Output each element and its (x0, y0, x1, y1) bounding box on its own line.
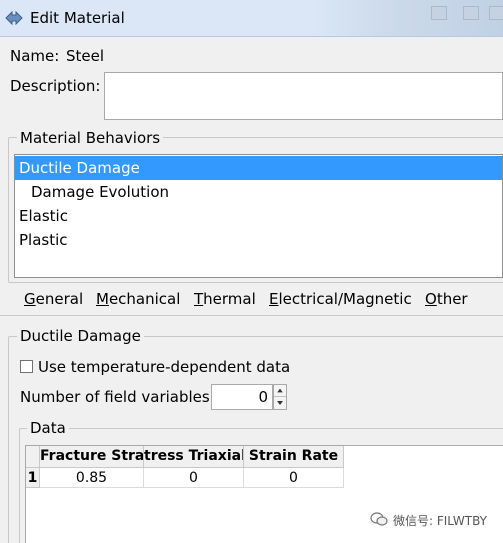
column-header-strain-rate[interactable]: Strain Rate (244, 446, 344, 468)
column-header-fracture-strain[interactable]: Fracture Strai (40, 446, 144, 468)
move-arrows-icon (5, 10, 23, 26)
name-value: Steel (66, 47, 105, 65)
background-icon (463, 6, 479, 20)
row-number: 1 (26, 468, 40, 488)
behavior-item-label: Plastic (19, 231, 68, 249)
spin-up-icon[interactable] (274, 385, 286, 397)
menu-mechanical[interactable]: Mechanical (96, 290, 180, 308)
table-cell[interactable]: 0.85 (40, 468, 144, 488)
section-title: Ductile Damage (17, 327, 144, 345)
field-variables-input[interactable]: 0 (211, 384, 273, 410)
background-icon (431, 6, 447, 20)
background-icon (489, 6, 503, 20)
table-cell[interactable]: 0 (244, 468, 344, 488)
behavior-item-label: Elastic (19, 207, 68, 225)
spin-down-icon[interactable] (274, 397, 286, 409)
wechat-icon (370, 512, 388, 526)
background-window (313, 0, 503, 36)
material-behaviors-title: Material Behaviors (17, 129, 164, 147)
behavior-item-label: Damage Evolution (31, 183, 170, 201)
title-bar: Edit Material (0, 0, 503, 37)
menu-thermal[interactable]: Thermal (194, 290, 256, 308)
window-title: Edit Material (30, 9, 125, 27)
data-title: Data (27, 419, 69, 437)
material-behaviors-list[interactable]: Ductile Damage Damage Evolution Elastic … (14, 154, 503, 278)
separator (0, 315, 503, 316)
behavior-item-plastic[interactable]: Plastic (15, 228, 502, 252)
name-label: Name: (10, 47, 60, 65)
watermark-text: 微信号: FILWTBY (393, 514, 487, 528)
behavior-item-label: Ductile Damage (19, 159, 140, 177)
temperature-dependent-checkbox[interactable] (20, 360, 33, 373)
menu-other[interactable]: Other (425, 290, 468, 308)
behavior-menu-bar: General Mechanical Thermal Electrical/Ma… (0, 286, 503, 312)
menu-electrical-magnetic[interactable]: Electrical/Magnetic (269, 290, 412, 308)
temperature-dependent-label: Use temperature-dependent data (38, 358, 291, 376)
behavior-item-ductile-damage[interactable]: Ductile Damage (15, 156, 502, 180)
field-variables-spinner (273, 384, 287, 410)
table-cell[interactable]: 0 (144, 468, 244, 488)
column-header-stress-triaxiality[interactable]: tress Triaxialit (144, 446, 244, 468)
behavior-item-elastic[interactable]: Elastic (15, 204, 502, 228)
field-variables-label: Number of field variables: (20, 388, 215, 406)
description-label: Description: (10, 77, 101, 95)
table-corner (26, 446, 40, 468)
behavior-item-damage-evolution[interactable]: Damage Evolution (15, 180, 502, 204)
menu-general[interactable]: General (24, 290, 83, 308)
description-field[interactable] (104, 72, 503, 120)
